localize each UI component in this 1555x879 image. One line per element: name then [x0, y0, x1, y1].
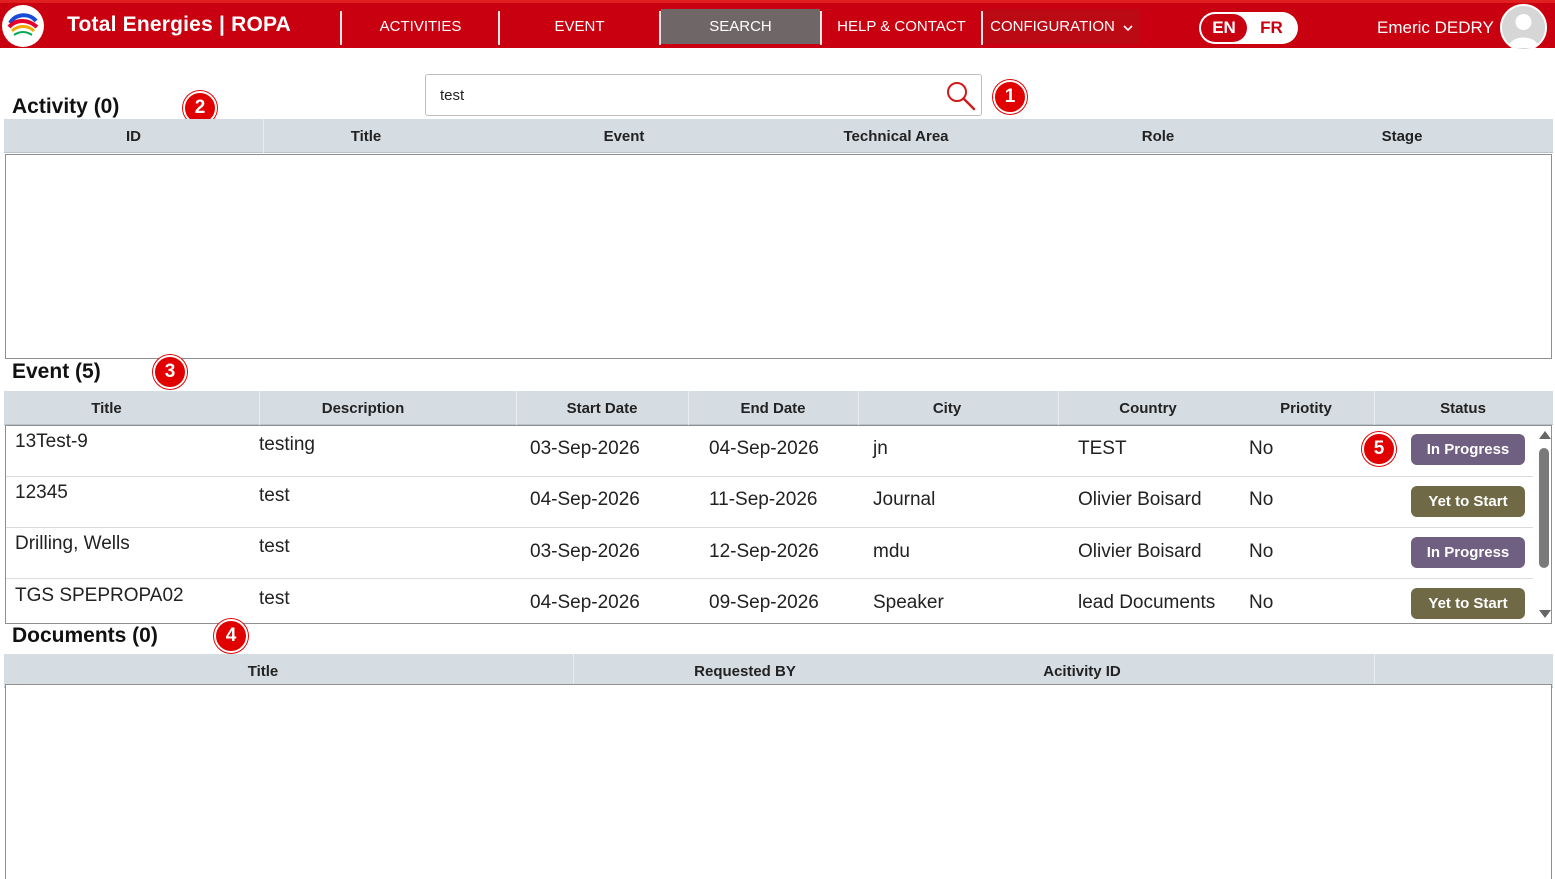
activity-table-body [5, 154, 1552, 359]
nav-search[interactable]: SEARCH [661, 9, 820, 44]
column-header-title[interactable]: Title [4, 391, 209, 425]
event-description-cell: test [259, 536, 290, 557]
event-priority-cell: No [1249, 592, 1274, 613]
search-box [425, 74, 982, 116]
event-end-date-cell: 11-Sep-2026 [709, 489, 818, 510]
nav-activities[interactable]: ACTIVITIES [343, 9, 498, 44]
event-country-cell: lead Documents [1078, 592, 1216, 613]
scroll-up-arrow-icon[interactable] [1539, 431, 1551, 439]
nav-configuration-label: CONFIGURATION [990, 18, 1115, 35]
callout-marker-1: 1 [993, 80, 1027, 114]
callout-marker-3: 3 [153, 355, 187, 389]
column-header-description[interactable]: Description [259, 391, 467, 425]
lang-fr-option[interactable]: FR [1247, 14, 1296, 42]
column-header-city[interactable]: City [858, 391, 1036, 425]
top-bar: Total Energies | ROPA ACTIVITIES EVENT S… [0, 0, 1555, 51]
event-title-cell: Drilling, Wells [15, 533, 130, 554]
event-title-cell: TGS SPEPROPA02 [15, 585, 184, 606]
event-country-cell: Olivier Boisard [1078, 489, 1202, 510]
nav-divider [340, 11, 342, 45]
column-divider [1374, 654, 1375, 688]
event-start-date-cell: 04-Sep-2026 [530, 592, 640, 613]
callout-marker-5: 5 [1362, 432, 1396, 466]
column-header-requested-by[interactable]: Requested BY [573, 654, 917, 688]
event-country-cell: Olivier Boisard [1078, 541, 1202, 562]
documents-table-body [5, 684, 1552, 879]
column-header-role[interactable]: Role [1013, 119, 1303, 153]
event-table-header: Title Description Start Date End Date Ci… [4, 391, 1553, 425]
event-priority-cell: No [1249, 489, 1274, 510]
search-icon[interactable] [945, 80, 977, 112]
status-badge[interactable]: In Progress [1411, 537, 1525, 568]
event-title-cell: 13Test-9 [15, 431, 88, 452]
documents-table-header: Title Requested BY Acitivity ID [4, 654, 1553, 688]
column-header-start-date[interactable]: Start Date [516, 391, 688, 425]
event-description-cell: test [259, 485, 290, 506]
column-header-title[interactable]: Title [4, 654, 522, 688]
lang-en-option[interactable]: EN [1201, 14, 1247, 42]
event-country-cell: TEST [1078, 438, 1127, 459]
event-title-cell: 12345 [15, 482, 68, 503]
event-start-date-cell: 04-Sep-2026 [530, 489, 640, 510]
column-header-stage[interactable]: Stage [1303, 119, 1501, 153]
event-end-date-cell: 09-Sep-2026 [709, 592, 819, 613]
callout-marker-4: 4 [214, 619, 248, 653]
column-header-event[interactable]: Event [469, 119, 779, 153]
totalenergies-logo[interactable] [2, 5, 44, 47]
chevron-down-icon [1123, 21, 1133, 35]
column-header-end-date[interactable]: End Date [688, 391, 858, 425]
search-input[interactable] [440, 87, 930, 104]
documents-section-title: Documents (0) [12, 624, 158, 647]
table-row[interactable]: 12345 test 04-Sep-2026 11-Sep-2026 Journ… [6, 477, 1533, 528]
event-table-body: 13Test-9 testing 03-Sep-2026 04-Sep-2026… [5, 425, 1552, 624]
event-city-cell: mdu [873, 541, 910, 562]
language-toggle[interactable]: EN FR [1199, 12, 1298, 44]
nav-configuration[interactable]: CONFIGURATION [983, 9, 1140, 44]
event-city-cell: Speaker [873, 592, 944, 613]
column-header-priority[interactable]: Priotity [1238, 391, 1374, 425]
app-title: Total Energies | ROPA [67, 13, 292, 36]
event-priority-cell: No [1249, 541, 1274, 562]
user-name: Emeric DEDRY [1377, 18, 1494, 37]
event-start-date-cell: 03-Sep-2026 [530, 541, 640, 562]
table-row[interactable]: 13Test-9 testing 03-Sep-2026 04-Sep-2026… [6, 426, 1533, 477]
event-city-cell: jn [873, 438, 888, 459]
status-badge[interactable]: In Progress [1411, 434, 1525, 465]
status-badge[interactable]: Yet to Start [1411, 486, 1525, 517]
user-avatar-icon[interactable] [1500, 4, 1547, 51]
event-table-scrollbar[interactable] [1536, 426, 1551, 623]
column-header-activity-id[interactable]: Acitivity ID [917, 654, 1247, 688]
column-header-title[interactable]: Title [263, 119, 469, 153]
event-end-date-cell: 12-Sep-2026 [709, 541, 819, 562]
event-end-date-cell: 04-Sep-2026 [709, 438, 819, 459]
event-priority-cell: No [1249, 438, 1274, 459]
scroll-down-arrow-icon[interactable] [1539, 610, 1551, 618]
scrollbar-thumb[interactable] [1539, 448, 1549, 568]
table-row[interactable]: TGS SPEPROPA02 test 04-Sep-2026 09-Sep-2… [6, 579, 1533, 623]
activity-section-title: Activity (0) [12, 95, 120, 118]
status-badge[interactable]: Yet to Start [1411, 588, 1525, 619]
column-header-country[interactable]: Country [1058, 391, 1238, 425]
event-city-cell: Journal [873, 489, 936, 510]
table-row[interactable]: Drilling, Wells test 03-Sep-2026 12-Sep-… [6, 528, 1533, 579]
event-description-cell: test [259, 588, 290, 609]
column-header-id[interactable]: ID [4, 119, 263, 153]
event-section-title: Event (5) [12, 360, 101, 383]
event-description-cell: testing [259, 434, 315, 455]
nav-help-contact[interactable]: HELP & CONTACT [822, 9, 981, 44]
column-header-status[interactable]: Status [1374, 391, 1552, 425]
column-header-technical-area[interactable]: Technical Area [779, 119, 1013, 153]
activity-table-header: ID Title Event Technical Area Role Stage [4, 119, 1553, 153]
event-start-date-cell: 03-Sep-2026 [530, 438, 640, 459]
nav-event[interactable]: EVENT [500, 9, 659, 44]
